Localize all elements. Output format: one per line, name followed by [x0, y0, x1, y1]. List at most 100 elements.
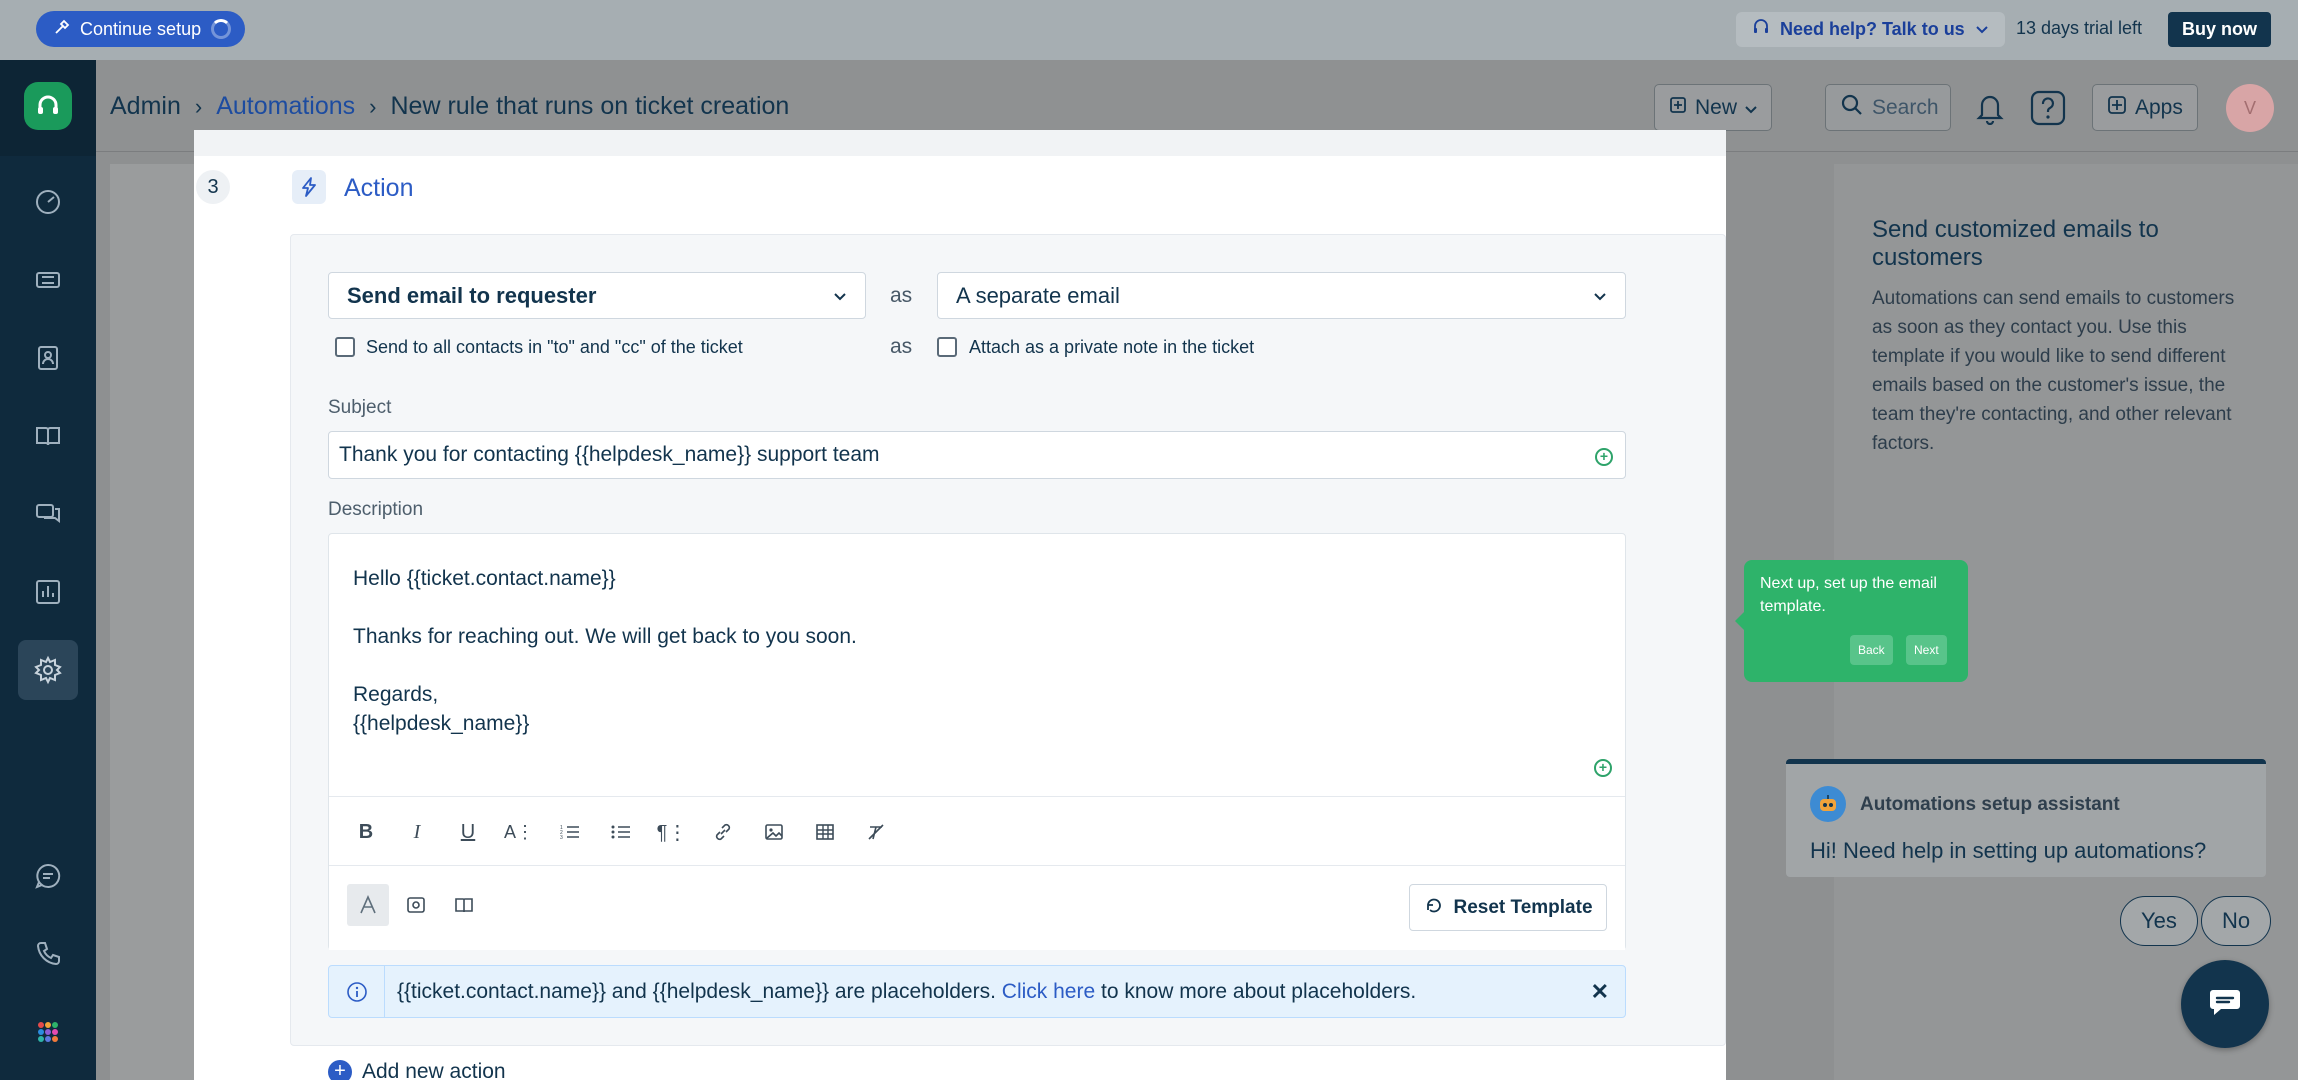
clear-formatting-icon[interactable]	[861, 817, 891, 847]
card-top-strip	[194, 130, 1726, 156]
chevron-right-icon: ›	[194, 93, 203, 119]
progress-spinner-icon	[211, 19, 232, 39]
reports-icon[interactable]	[18, 562, 78, 622]
search-input[interactable]: Search	[1825, 84, 1951, 131]
plus-square-icon	[1669, 96, 1687, 120]
notifications-bell-icon[interactable]	[1970, 88, 2010, 128]
solution-article-icon[interactable]	[443, 884, 485, 926]
search-icon	[1840, 93, 1864, 123]
tooltip-back-button[interactable]: Back	[1850, 635, 1893, 665]
reset-template-button[interactable]: Reset Template	[1409, 884, 1607, 931]
continue-setup-label: Continue setup	[80, 18, 202, 39]
numbered-list-icon[interactable]: 123	[555, 817, 585, 847]
private-note-label: Attach as a private note in the ticket	[969, 337, 1255, 357]
svg-text:3: 3	[560, 835, 563, 840]
trial-bar: Continue setup Need help? Talk to us 13 …	[0, 0, 2298, 60]
description-line	[353, 593, 857, 622]
add-new-action-label: Add new action	[362, 1060, 506, 1080]
contacts-icon[interactable]	[18, 328, 78, 388]
insert-placeholder-icon[interactable]: +	[1594, 759, 1612, 777]
as-label: as	[890, 284, 913, 307]
editor-bottom-bar: Reset Template	[329, 866, 1625, 950]
freshdesk-logo[interactable]	[24, 82, 72, 130]
help-dropdown-button[interactable]: Need help? Talk to us	[1736, 12, 2005, 47]
new-button[interactable]: New	[1654, 84, 1773, 131]
italic-icon[interactable]: I	[402, 817, 432, 847]
description-line: Regards,	[353, 683, 439, 706]
breadcrumb-admin[interactable]: Admin	[110, 92, 181, 121]
breadcrumb: Admin › Automations › New rule that runs…	[110, 92, 789, 121]
assistant-no-button[interactable]: No	[2201, 896, 2272, 946]
description-line: Thanks for reaching out. We will get bac…	[353, 625, 857, 648]
onboarding-tooltip: Next up, set up the email template. Back…	[1735, 560, 1968, 682]
bot-avatar	[1810, 786, 1846, 822]
close-icon[interactable]: ✕	[1591, 979, 1609, 1005]
phone-icon[interactable]	[18, 924, 78, 984]
dashboard-icon[interactable]	[18, 172, 78, 232]
rich-text-toolbar: B I U A⋮ 123 ¶⋮	[329, 796, 1625, 866]
help-question-icon[interactable]	[2028, 88, 2068, 128]
apps-button[interactable]: Apps	[2092, 84, 2198, 131]
bold-icon[interactable]: B	[351, 817, 381, 847]
breadcrumb-automations[interactable]: Automations	[216, 92, 355, 121]
avatar[interactable]: V	[2226, 84, 2274, 132]
new-button-label: New	[1695, 95, 1738, 119]
chat-widget-button[interactable]	[2181, 960, 2269, 1048]
tickets-icon[interactable]	[18, 250, 78, 310]
lightning-bolt-icon	[292, 170, 326, 204]
chat-icon	[2207, 986, 2243, 1023]
insert-placeholder-icon[interactable]: +	[1595, 448, 1613, 466]
forums-icon[interactable]	[18, 484, 78, 544]
underline-icon[interactable]: U	[453, 817, 483, 847]
paragraph-format-icon[interactable]: ¶⋮	[657, 817, 688, 847]
buy-now-button[interactable]: Buy now	[2168, 12, 2271, 47]
table-icon[interactable]	[810, 817, 840, 847]
text-format-icon[interactable]	[347, 884, 389, 926]
assistant-yes-button[interactable]: Yes	[2120, 896, 2198, 946]
bullet-list-icon[interactable]	[606, 817, 636, 847]
email-mode-select[interactable]: A separate email	[937, 272, 1626, 319]
setup-assistant-card: Automations setup assistant Hi! Need hel…	[1786, 759, 2266, 877]
click-here-link[interactable]: Click here	[1002, 980, 1095, 1003]
solutions-book-icon[interactable]	[18, 406, 78, 466]
placeholder-info-text: {{ticket.contact.name}} and {{helpdesk_n…	[385, 980, 1416, 1004]
step-number-badge: 3	[196, 170, 230, 204]
apps-icon	[2107, 95, 2127, 121]
action-type-select[interactable]: Send email to requester	[328, 272, 866, 319]
chevron-down-icon	[1745, 96, 1757, 120]
left-gutter	[110, 164, 194, 1080]
description-content[interactable]: Hello {{ticket.contact.name}} Thanks for…	[353, 564, 857, 738]
image-icon[interactable]	[759, 817, 789, 847]
app-switcher-icon[interactable]	[18, 1002, 78, 1062]
help-label: Need help? Talk to us	[1780, 19, 1965, 39]
reset-icon	[1423, 894, 1445, 922]
link-icon[interactable]	[708, 817, 738, 847]
assistant-name: Automations setup assistant	[1860, 794, 2120, 815]
description-line: {{helpdesk_name}}	[353, 712, 530, 735]
font-size-icon[interactable]: A⋮	[504, 817, 534, 847]
description-label: Description	[328, 499, 424, 520]
admin-settings-icon[interactable]	[18, 640, 78, 700]
subject-field[interactable]: Thank you for contacting {{helpdesk_name…	[328, 431, 1626, 479]
canned-response-icon[interactable]	[395, 884, 437, 926]
send-to-all-contacts-checkbox[interactable]	[335, 337, 355, 357]
reset-template-label: Reset Template	[1453, 896, 1593, 918]
private-note-checkbox[interactable]	[937, 337, 957, 357]
chevron-right-icon: ›	[369, 93, 377, 119]
as-label-2: as	[890, 335, 913, 358]
chat-bubble-icon[interactable]	[18, 846, 78, 906]
headset-icon	[1752, 18, 1770, 41]
tooltip-next-button[interactable]: Next	[1906, 635, 1947, 665]
add-new-action-button[interactable]: + Add new action	[328, 1060, 506, 1080]
action-type-value: Send email to requester	[347, 282, 597, 308]
continue-setup-button[interactable]: Continue setup	[36, 11, 246, 47]
subject-label: Subject	[328, 397, 392, 418]
action-section-title: Action	[344, 174, 414, 202]
tooltip-text: Next up, set up the email template.	[1760, 575, 1937, 615]
plus-circle-icon: +	[328, 1060, 352, 1080]
tools-icon	[54, 19, 70, 40]
description-editor[interactable]: Hello {{ticket.contact.name}} Thanks for…	[328, 533, 1626, 950]
chevron-down-icon	[1593, 288, 1607, 304]
info-text: {{ticket.contact.name}} and {{helpdesk_n…	[397, 979, 996, 1003]
description-line	[353, 651, 857, 680]
